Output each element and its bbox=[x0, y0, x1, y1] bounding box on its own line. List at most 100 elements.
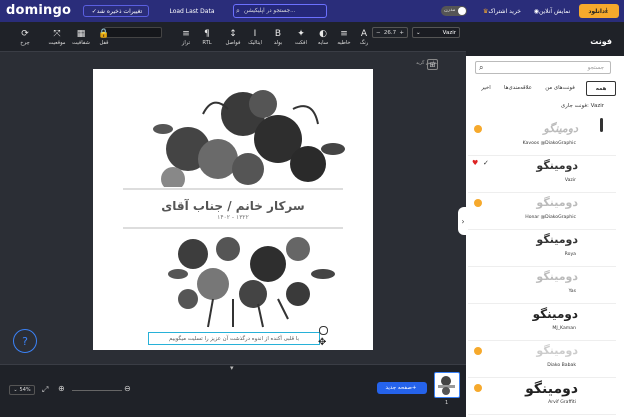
tool-italic-button[interactable]: I ایتالیک bbox=[244, 22, 266, 52]
chevron-right-icon: › bbox=[461, 216, 465, 226]
tool-shadow-button[interactable]: ◐ سایه bbox=[312, 22, 334, 52]
font-name: Kavoos @DiakoGraphic bbox=[522, 141, 576, 146]
font-list-item[interactable]: دومینگو Diako Babak bbox=[468, 339, 616, 378]
font-list-item[interactable]: دومینگو Arvif Graffiti bbox=[468, 376, 616, 415]
font-name: Diako Babak bbox=[547, 363, 576, 368]
selected-text-box[interactable]: با قلبی آکنده از اندوه درگذشت آن عزیز را… bbox=[148, 332, 320, 345]
zoom-select[interactable]: ⌄ 54% bbox=[9, 385, 35, 395]
font-preview: دومینگو bbox=[536, 270, 578, 283]
design-page[interactable]: سرکار خانم / جناب آقای ۱۴۰۲ - ۱۳۲۲ با قل… bbox=[93, 69, 373, 350]
tool-rotate-button[interactable]: ⟳ چرخ bbox=[14, 22, 36, 52]
page-title-text[interactable]: سرکار خانم / جناب آقای bbox=[93, 199, 373, 213]
tool-lock-button[interactable]: 🔒 قفل bbox=[93, 22, 115, 52]
font-family-select[interactable]: ⌄ Vazir bbox=[412, 27, 460, 38]
page-thumbnail[interactable] bbox=[434, 372, 460, 398]
tool-bold-button[interactable]: B بولد bbox=[267, 22, 289, 52]
premium-crown-icon bbox=[474, 199, 482, 207]
check-icon: ✓ bbox=[483, 159, 489, 167]
tool-opacity-button[interactable]: ▦ شفافیت bbox=[70, 22, 92, 52]
zoom-value: 54% bbox=[19, 387, 31, 393]
rtl-icon: ¶ bbox=[204, 28, 210, 39]
opacity-icon: ▦ bbox=[76, 28, 86, 39]
rotate-handle[interactable] bbox=[319, 326, 328, 335]
bold-icon: B bbox=[274, 28, 282, 39]
move-handle-icon[interactable]: ✥ bbox=[318, 337, 326, 348]
new-page-button[interactable]: صفحه جدید + bbox=[377, 382, 427, 394]
tool-color-button[interactable]: A رنگ bbox=[353, 22, 375, 52]
chevron-down-icon: ⌄ bbox=[416, 29, 421, 36]
grid-toggle-button[interactable]: ⊞ bbox=[427, 59, 438, 70]
download-button[interactable]: دانلود ⤓ bbox=[579, 4, 619, 18]
tool-effect-button[interactable]: ✦ افکت bbox=[290, 22, 312, 52]
chevron-down-icon[interactable]: ▾ bbox=[230, 364, 234, 372]
app-search-input[interactable]: ⌕ جستجو در اپلیکیشن... bbox=[233, 4, 327, 18]
tool-label: قفل bbox=[99, 39, 109, 46]
align-icon: ≡ bbox=[182, 28, 190, 39]
stroke-icon: ≡ bbox=[340, 28, 348, 39]
tool-label: موقعیت bbox=[48, 39, 66, 46]
buy-subscription-button[interactable]: ♛ خرید اشتراک bbox=[480, 5, 522, 17]
domingo-logo[interactable]: domingo bbox=[6, 3, 71, 18]
search-icon: ⌕ bbox=[479, 63, 484, 72]
tab-recent[interactable]: اخیر bbox=[476, 81, 496, 94]
premium-crown-icon bbox=[474, 347, 482, 355]
mode-toggle[interactable]: مدرن bbox=[441, 6, 467, 16]
zoom-in-icon[interactable]: ⊕ bbox=[58, 384, 65, 393]
plus-icon: + bbox=[411, 385, 417, 391]
premium-crown-icon bbox=[474, 384, 482, 392]
font-list-item[interactable]: دومینگو MJ_Kaman bbox=[468, 302, 616, 341]
zoom-out-icon[interactable]: ⊖ bbox=[124, 384, 131, 393]
tool-label: خاطیه bbox=[337, 39, 351, 46]
font-list-item[interactable]: دومینگو Yas bbox=[468, 265, 616, 304]
new-page-label: صفحه جدید bbox=[385, 385, 412, 391]
tab-my-fonts[interactable]: فونت‌های من bbox=[537, 81, 583, 94]
font-search-input[interactable]: ⌕ جستجو bbox=[475, 61, 611, 74]
page-years-text[interactable]: ۱۴۰۲ - ۱۳۲۲ bbox=[93, 214, 373, 221]
fit-screen-icon[interactable]: ⤢ bbox=[42, 385, 48, 395]
save-status-button[interactable]: ✓ تغییرات ذخیره شد bbox=[83, 5, 149, 17]
font-preview: دومینگو bbox=[532, 307, 578, 321]
font-list-item[interactable]: دومینگو Roya bbox=[468, 228, 616, 267]
font-name: Yas bbox=[568, 289, 576, 294]
plus-icon: + bbox=[399, 29, 404, 36]
download-label: دانلود bbox=[588, 7, 606, 15]
search-placeholder: جستجو در اپلیکیشن... bbox=[244, 8, 296, 14]
font-search-placeholder: جستجو bbox=[587, 64, 604, 71]
font-list-item[interactable]: دومینگو Vazir ♥ ✓ bbox=[468, 154, 616, 193]
download-icon: ⤓ bbox=[605, 7, 608, 14]
font-panel-title: فونت bbox=[590, 37, 612, 46]
font-preview: دومینگو bbox=[536, 344, 578, 357]
tool-stroke-button[interactable]: ≡ خاطیه bbox=[333, 22, 355, 52]
tool-rtl-button[interactable]: ¶ RTL bbox=[196, 22, 218, 52]
tool-label: سایه bbox=[317, 39, 329, 46]
chevron-down-icon: ⌄ bbox=[13, 387, 18, 393]
font-size-stepper[interactable]: − 26.7 + bbox=[372, 27, 408, 38]
zoom-slider[interactable] bbox=[72, 390, 122, 391]
rotate-icon: ⟳ bbox=[21, 28, 29, 39]
online-preview-button[interactable]: ◉ نمایش آنلاین bbox=[530, 5, 572, 17]
load-last-data-button[interactable]: Load Last Data bbox=[153, 5, 231, 17]
font-family-value: Vazir bbox=[442, 29, 456, 36]
font-preview: دومینگو bbox=[543, 122, 579, 135]
tool-position-button[interactable]: ⤧ موقعیت bbox=[46, 22, 68, 52]
tool-label: بولد bbox=[273, 39, 283, 46]
buy-label: خرید اشتراک bbox=[488, 7, 521, 15]
search-icon: ⌕ bbox=[236, 7, 240, 15]
tab-all[interactable]: همه bbox=[586, 81, 616, 96]
tool-label: چرخ bbox=[20, 39, 30, 46]
tab-favorites[interactable]: علاقه‌مندی‌ها bbox=[499, 81, 537, 94]
shadow-icon: ◐ bbox=[319, 28, 327, 39]
help-button[interactable]: ? bbox=[13, 329, 37, 353]
font-preview: دومینگو bbox=[536, 196, 578, 209]
toggle-label: مدرن bbox=[444, 7, 456, 13]
tool-spacing-button[interactable]: ↕ فواصل bbox=[222, 22, 244, 52]
heart-icon[interactable]: ♥ bbox=[472, 159, 478, 167]
tool-align-button[interactable]: ≡ تراز bbox=[175, 22, 197, 52]
font-name: Honar @DiakoGraphic bbox=[525, 215, 576, 220]
tool-label: ایتالیک bbox=[248, 39, 262, 46]
font-list-item[interactable]: دومینگو Honar @DiakoGraphic bbox=[468, 191, 616, 230]
font-list-item[interactable]: دومینگو Kavoos @DiakoGraphic bbox=[468, 117, 616, 156]
spacing-icon: ↕ bbox=[229, 28, 237, 39]
font-preview: دومینگو bbox=[536, 159, 578, 172]
minus-icon: − bbox=[376, 29, 381, 36]
